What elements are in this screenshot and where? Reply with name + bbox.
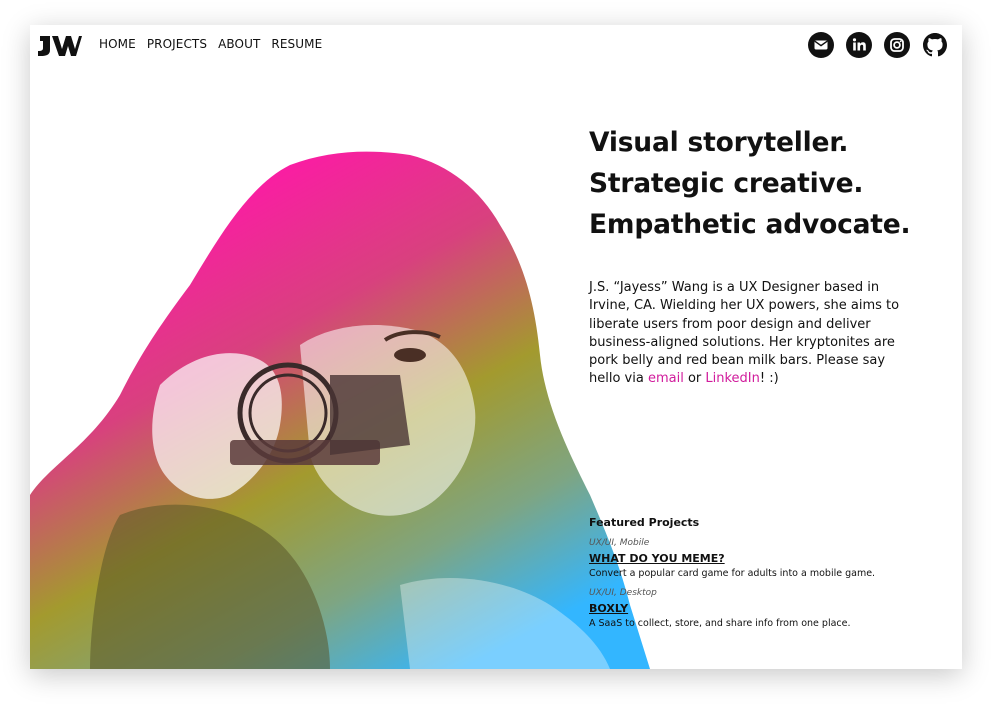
hero-headline: Visual storyteller. Strategic creative. … [589,122,949,245]
nav-projects-link[interactable]: PROJECTS [147,37,207,51]
linkedin-link[interactable]: LinkedIn [705,371,759,386]
headline-line-2: Strategic creative. [589,168,864,199]
headline-line-1: Visual storyteller. [589,127,849,158]
featured-heading: Featured Projects [589,516,700,529]
page-frame: HOME PROJECTS ABOUT RESUME Visual storyt [30,25,962,669]
nav-resume-link[interactable]: RESUME [271,37,322,51]
project-title-link[interactable]: WHAT DO YOU MEME? [589,551,725,566]
social-links [808,32,948,58]
project-tag: UX/UI, Mobile [589,538,650,548]
linkedin-icon[interactable] [846,32,872,58]
project-card: UX/UI, Mobile WHAT DO YOU MEME? Convert … [589,537,919,581]
project-card: UX/UI, Desktop BOXLY A SaaS to collect, … [589,587,919,631]
nav-about-link[interactable]: ABOUT [218,37,260,51]
email-link[interactable]: email [648,371,684,386]
instagram-icon[interactable] [884,32,910,58]
github-icon[interactable] [922,32,948,58]
bio-or-text: or [683,371,706,387]
featured-projects: Featured Projects UX/UI, Mobile WHAT DO … [589,516,919,637]
email-icon[interactable] [808,32,834,58]
main-nav: HOME PROJECTS ABOUT RESUME [99,37,322,51]
project-title-link[interactable]: BOXLY [589,601,628,616]
project-description: A SaaS to collect, store, and share info… [589,618,851,629]
nav-home-link[interactable]: HOME [99,37,136,51]
jw-logo[interactable] [38,34,82,57]
headline-line-3: Empathetic advocate. [589,209,911,240]
bio-paragraph: J.S. “Jayess” Wang is a UX Designer base… [589,279,909,389]
project-description: Convert a popular card game for adults i… [589,568,876,579]
project-tag: UX/UI, Desktop [589,588,657,598]
bio-end-text: ! :) [759,371,779,387]
